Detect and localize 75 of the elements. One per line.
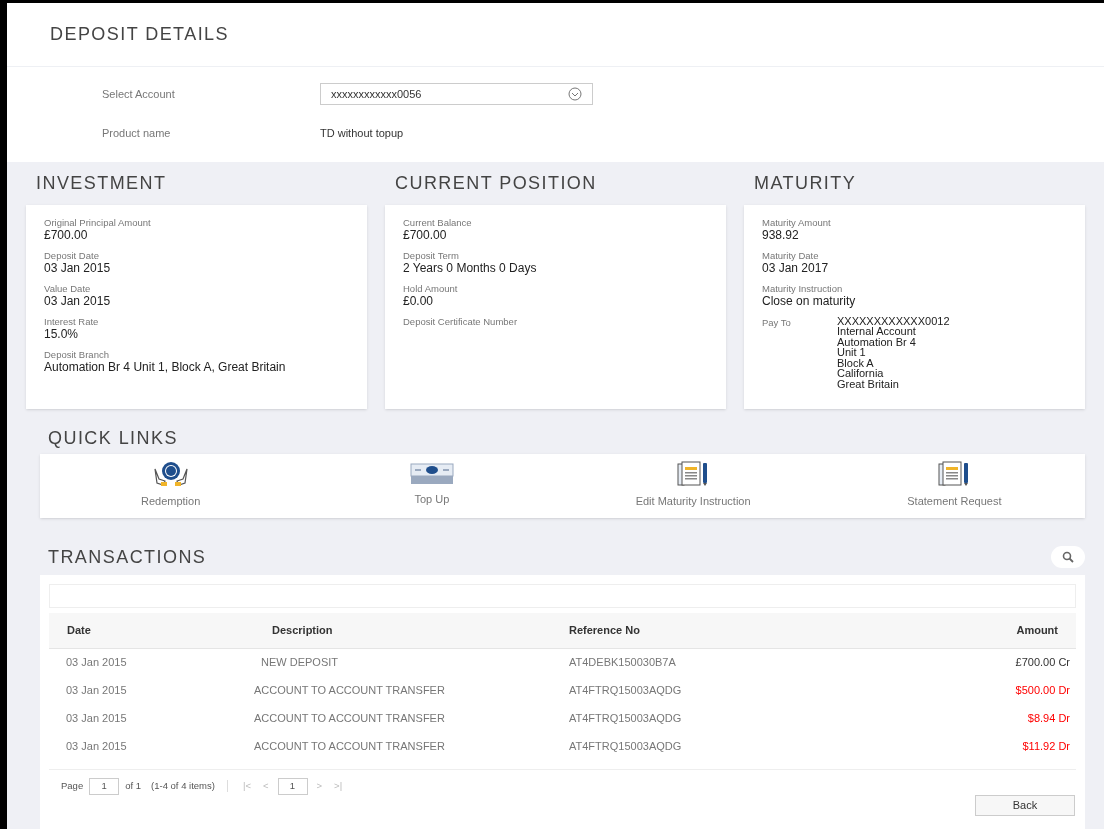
- cash-icon: [409, 463, 454, 486]
- address-line: Unit 1: [837, 347, 867, 358]
- field-value: £700.00: [44, 228, 88, 242]
- quick-link[interactable]: Edit Maturity Instruction: [562, 453, 824, 518]
- address-line: XXXXXXXXXXXX0012: [837, 315, 950, 326]
- field-label: Pay To: [762, 315, 792, 330]
- section-title: CURRENT POSITION: [394, 171, 598, 195]
- field-label: Select Account: [102, 86, 176, 102]
- address-line: Automation Br 4: [837, 336, 917, 347]
- field-label: Value Date: [44, 282, 92, 295]
- field-value: Automation Br 4 Unit 1, Block A, Great Britain: [44, 360, 287, 374]
- field-value: 15.0%: [44, 327, 80, 341]
- field-value: 03 Jan 2015: [44, 294, 112, 308]
- page-title: DEPOSIT DETAILS: [50, 23, 230, 46]
- table-cell-text: 03 Jan 2015: [65, 683, 128, 699]
- table-cell-text: AT4FTRQ15003AQDG: [569, 683, 683, 699]
- field-label: Deposit Certificate Number: [403, 315, 519, 328]
- table-cell-text: AT4DEBK150030B7A: [569, 655, 677, 671]
- table-cell-text: ACCOUNT TO ACCOUNT TRANSFER: [254, 683, 446, 699]
- field-label: Deposit Branch: [44, 348, 110, 361]
- section-title: MATURITY: [753, 171, 858, 195]
- field-label: Maturity Date: [762, 249, 820, 262]
- account-select[interactable]: xxxxxxxxxxxx0056: [320, 83, 593, 105]
- field-label: Current Balance: [403, 216, 473, 229]
- chevron-down-icon: [568, 87, 582, 101]
- section-title: TRANSACTIONS: [48, 545, 207, 569]
- section-title: QUICK LINKS: [47, 426, 179, 450]
- table-cell-text: 03 Jan 2015: [65, 655, 128, 671]
- pager-items: (1-4 of 4 items): [151, 778, 215, 793]
- address-line: Block A: [837, 357, 875, 368]
- pager-label: Page: [61, 778, 84, 793]
- field-label: Deposit Date: [44, 249, 100, 262]
- field-label: Deposit Term: [403, 249, 460, 262]
- column-header: Amount: [1015, 622, 1059, 638]
- table-cell-text: £700.00 Cr: [1014, 655, 1071, 671]
- pager-total: of 1: [125, 778, 142, 793]
- field-label: Maturity Amount: [762, 216, 832, 229]
- search-icon: [1062, 551, 1074, 563]
- quick-link[interactable]: Top Up: [301, 453, 563, 518]
- field-label: Product name: [102, 126, 172, 141]
- table-cell-text: AT4FTRQ15003AQDG: [569, 739, 683, 755]
- search-button[interactable]: [1051, 546, 1085, 568]
- table-cell-text: ACCOUNT TO ACCOUNT TRANSFER: [254, 711, 446, 727]
- current-page-field[interactable]: 1: [277, 777, 308, 795]
- table-cell-text: $500.00 Dr: [1014, 683, 1071, 699]
- table-cell-text: $8.94 Dr: [1026, 711, 1071, 727]
- field-value: £0.00: [403, 294, 435, 308]
- product-name: TD without topup: [320, 126, 404, 141]
- field-value: 03 Jan 2017: [762, 261, 830, 275]
- page-input[interactable]: 1: [89, 777, 120, 795]
- field-label: Original Principal Amount: [44, 216, 152, 229]
- field-value: 03 Jan 2015: [44, 261, 112, 275]
- back-button[interactable]: Back: [975, 794, 1075, 816]
- quick-link[interactable]: Statement Request: [823, 453, 1085, 518]
- field-value: 2 Years 0 Months 0 Days: [403, 261, 538, 275]
- address-line: Great Britain: [837, 378, 900, 389]
- field-label: Interest Rate: [44, 315, 100, 328]
- column-header: Reference No: [569, 622, 641, 638]
- column-header: Description: [271, 622, 334, 638]
- table-cell-text: $11.92 Dr: [1021, 739, 1071, 755]
- table-cell-text: NEW DEPOSIT: [260, 655, 339, 671]
- field-value: £700.00: [403, 228, 448, 242]
- field-value: Close on maturity: [762, 294, 857, 308]
- field-value: 938.92: [762, 228, 800, 242]
- table-cell-text: ACCOUNT TO ACCOUNT TRANSFER: [254, 739, 446, 755]
- field-label: Maturity Instruction: [762, 282, 844, 295]
- table-cell-text: 03 Jan 2015: [65, 711, 128, 727]
- address-line: Internal Account: [837, 326, 917, 337]
- field-label: Hold Amount: [403, 282, 459, 295]
- table-cell-text: AT4FTRQ15003AQDG: [569, 711, 683, 727]
- section-title: INVESTMENT: [35, 171, 168, 195]
- quick-link[interactable]: Redemption: [40, 453, 302, 518]
- table-cell-text: 03 Jan 2015: [65, 739, 128, 755]
- column-header: Date: [66, 622, 92, 638]
- address-line: California: [837, 368, 885, 379]
